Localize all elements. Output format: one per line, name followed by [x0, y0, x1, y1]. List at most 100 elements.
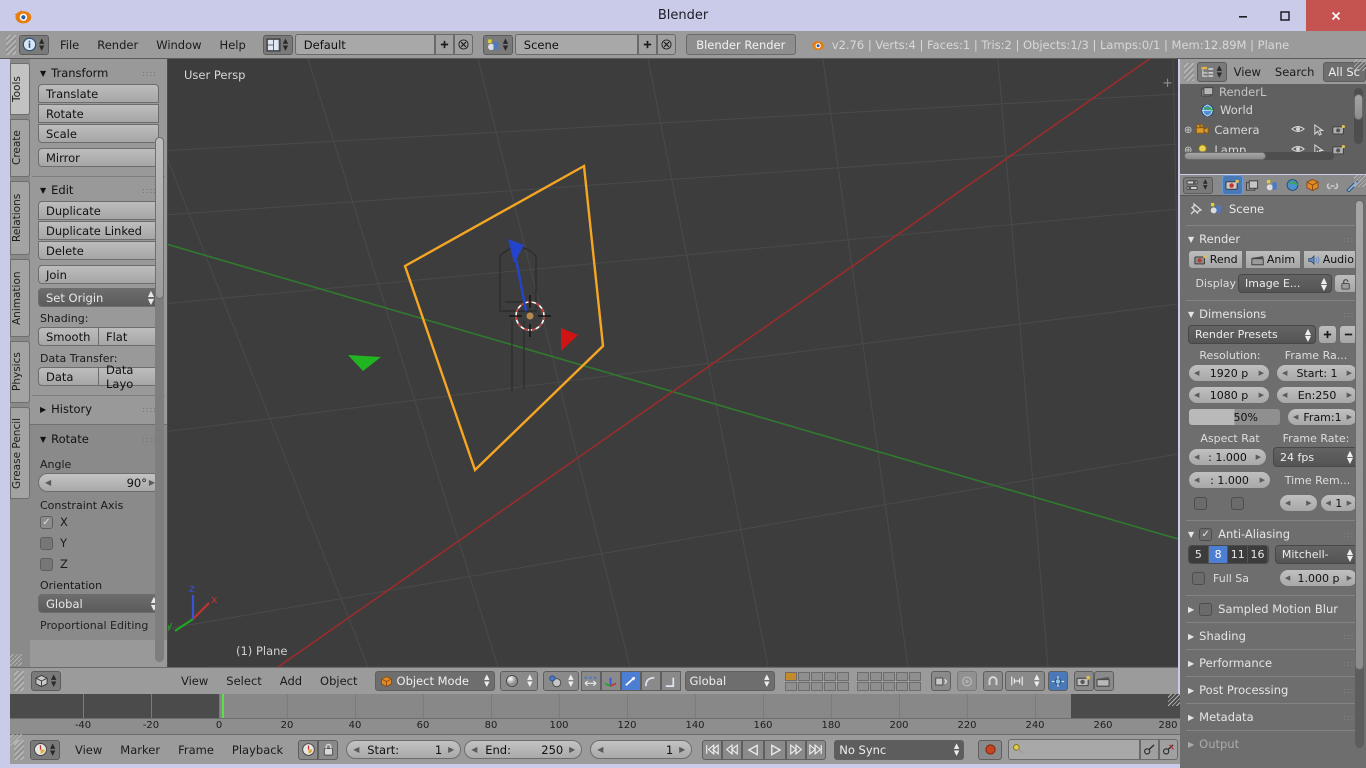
record-button[interactable] — [978, 739, 1003, 760]
close-button[interactable] — [1306, 0, 1366, 31]
menu-window[interactable]: Window — [147, 35, 210, 55]
viewport-expand-toolbar-icon[interactable]: + — [1162, 76, 1173, 91]
panel-sampled-motion-blur-header[interactable]: ▶ Sampled Motion Blur — [1180, 598, 1366, 620]
layer-cell[interactable] — [882, 671, 895, 681]
scene-layers-group-2[interactable] — [856, 671, 921, 691]
render-restrict-icon[interactable] — [1332, 144, 1346, 156]
timeline-editor[interactable]: -40 -20 0 20 40 60 80 100 120 140 160 18… — [10, 694, 1180, 734]
aa-sample-11[interactable]: 11 — [1228, 546, 1249, 563]
screen-layout-field[interactable]: Default — [294, 34, 435, 55]
button-duplicate[interactable]: Duplicate — [38, 201, 159, 220]
render-engine-selector[interactable]: Blender Render — [685, 34, 796, 55]
frame-end-field[interactable]: ◀ End: 250 ▶ — [464, 740, 583, 759]
checkbox-row-x[interactable]: ✓ X — [40, 515, 159, 529]
area-corner-grip[interactable] — [1168, 694, 1180, 706]
render-image-button[interactable] — [1073, 671, 1094, 691]
button-data-layout[interactable]: Data Layo — [99, 363, 159, 391]
add-scene-button[interactable] — [637, 34, 657, 55]
add-screen-layout-button[interactable] — [434, 34, 454, 55]
editor-type-selector-info[interactable]: ▲ ▼ — [19, 34, 49, 55]
resolution-x-field[interactable]: ◀ 1920 p ▶ — [1188, 364, 1270, 382]
angle-slider[interactable]: ◀ 90° ▶ — [38, 473, 162, 492]
layer-cell[interactable] — [895, 671, 908, 681]
auto-keyframe-button[interactable] — [298, 739, 319, 760]
button-flat[interactable]: Flat — [99, 327, 159, 346]
tab-constraints-properties[interactable] — [1323, 176, 1342, 194]
editor-type-selector-outliner[interactable]: ▲ ▼ — [1196, 61, 1227, 82]
keying-set-field[interactable] — [1008, 739, 1141, 760]
play-button[interactable] — [764, 739, 787, 760]
render-presets-selector[interactable]: Render Presets ▲ ▼ — [1188, 325, 1316, 344]
menu-timeline-view[interactable]: View — [66, 740, 111, 760]
checkbox-x[interactable]: ✓ — [40, 515, 53, 529]
full-sample-checkbox[interactable] — [1192, 571, 1205, 585]
timeline-track[interactable] — [10, 694, 1180, 718]
tab-grease-pencil[interactable]: Grease Pencil — [10, 407, 30, 499]
current-frame-field[interactable]: ◀ 1 ▶ — [590, 740, 693, 759]
aspect-y-field[interactable]: ◀ : 1.000 ▶ — [1188, 471, 1271, 489]
button-render-image[interactable]: Rend — [1188, 250, 1244, 269]
layer-cell[interactable] — [856, 681, 869, 691]
panel-edit-header[interactable]: ▼ Edit :::: — [38, 180, 159, 201]
tab-physics[interactable]: Physics — [10, 341, 30, 403]
layer-cell[interactable] — [895, 681, 908, 691]
transform-orientation-selector[interactable]: Global ▲ ▼ — [684, 671, 775, 691]
delete-scene-button[interactable] — [656, 34, 676, 55]
outliner-vertical-scrollbar-thumb[interactable] — [1354, 94, 1363, 120]
resolution-percentage-slider[interactable]: 50% — [1188, 408, 1281, 426]
motion-blur-checkbox[interactable] — [1199, 602, 1213, 616]
layer-cell[interactable] — [810, 681, 823, 691]
menu-file[interactable]: File — [51, 35, 88, 55]
area-corner-grip[interactable] — [10, 654, 22, 666]
editor-type-selector-3dview[interactable]: ▲ ▼ — [31, 671, 61, 691]
outliner-row-world[interactable]: World — [1180, 100, 1366, 120]
outliner-row-camera[interactable]: ⊕ Camera — [1180, 120, 1366, 140]
layer-cell[interactable] — [908, 681, 921, 691]
button-render-animation[interactable]: Anim — [1245, 250, 1301, 269]
shading-mode-selector[interactable]: ▲ ▼ — [499, 671, 538, 691]
display-mode-selector[interactable]: Image E... ▲ ▼ — [1238, 274, 1332, 293]
lock-layers-button[interactable] — [930, 671, 951, 691]
menu-render[interactable]: Render — [88, 35, 147, 55]
area-corner-grip[interactable] — [1354, 59, 1366, 71]
timeline-playhead[interactable] — [222, 694, 224, 718]
panel-metadata-header[interactable]: ▶ Metadata :::: — [1180, 706, 1366, 728]
tab-create[interactable]: Create — [10, 119, 30, 177]
layer-cell[interactable] — [856, 671, 869, 681]
time-remap-old-field[interactable]: ◀ ▶ — [1279, 494, 1318, 512]
panel-antialiasing-header[interactable]: ▼ ✓ Anti-Aliasing :::: — [1180, 523, 1366, 545]
manipulator-extra-button[interactable] — [660, 671, 681, 691]
operator-panel-header[interactable]: ▼ Rotate :::: — [38, 429, 159, 450]
layer-cell[interactable] — [908, 671, 921, 681]
aa-filter-selector[interactable]: Mitchell- ▲ ▼ — [1274, 545, 1358, 564]
menu-outliner-search[interactable]: Search — [1268, 62, 1322, 82]
area-corner-grip[interactable] — [1354, 175, 1366, 187]
button-delete[interactable]: Delete — [38, 241, 159, 260]
menu-object[interactable]: Object — [311, 671, 366, 691]
layer-cell[interactable] — [797, 671, 810, 681]
button-duplicate-linked[interactable]: Duplicate Linked — [38, 221, 159, 240]
menu-outliner-view[interactable]: View — [1227, 62, 1268, 82]
snap-magnet-button[interactable] — [982, 671, 1003, 691]
dropdown-set-origin[interactable]: Set Origin ▲ ▼ — [38, 288, 159, 307]
button-data[interactable]: Data — [38, 367, 99, 386]
outliner-tree[interactable]: RenderL World ⊕ Camera ⊕ Lamp — [1180, 84, 1366, 162]
crop-checkbox[interactable] — [1231, 496, 1244, 510]
tool-shelf-scrollbar-thumb[interactable] — [155, 137, 164, 299]
frame-rate-selector[interactable]: 24 fps ▲ ▼ — [1273, 447, 1358, 467]
screen-layout-icon-button[interactable]: ▲ ▼ — [262, 34, 293, 55]
dropdown-orientation[interactable]: Global ▲ ▼ — [38, 594, 162, 613]
menu-timeline-playback[interactable]: Playback — [223, 740, 292, 760]
layer-cell[interactable] — [823, 671, 836, 681]
outliner-horizontal-scrollbar-thumb[interactable] — [1184, 152, 1266, 160]
layer-cell[interactable] — [784, 681, 797, 691]
panel-transform-header[interactable]: ▼ Transform :::: — [38, 63, 159, 84]
maximize-button[interactable] — [1264, 0, 1306, 31]
tab-render-properties[interactable] — [1222, 175, 1243, 195]
tab-render-layers-properties[interactable] — [1243, 176, 1262, 194]
manipulator-toggle-button[interactable] — [580, 671, 601, 691]
proportional-editing-button[interactable] — [956, 671, 977, 691]
layer-cell[interactable] — [784, 671, 797, 681]
button-join[interactable]: Join — [38, 265, 159, 284]
jump-to-end-button[interactable] — [806, 739, 827, 760]
